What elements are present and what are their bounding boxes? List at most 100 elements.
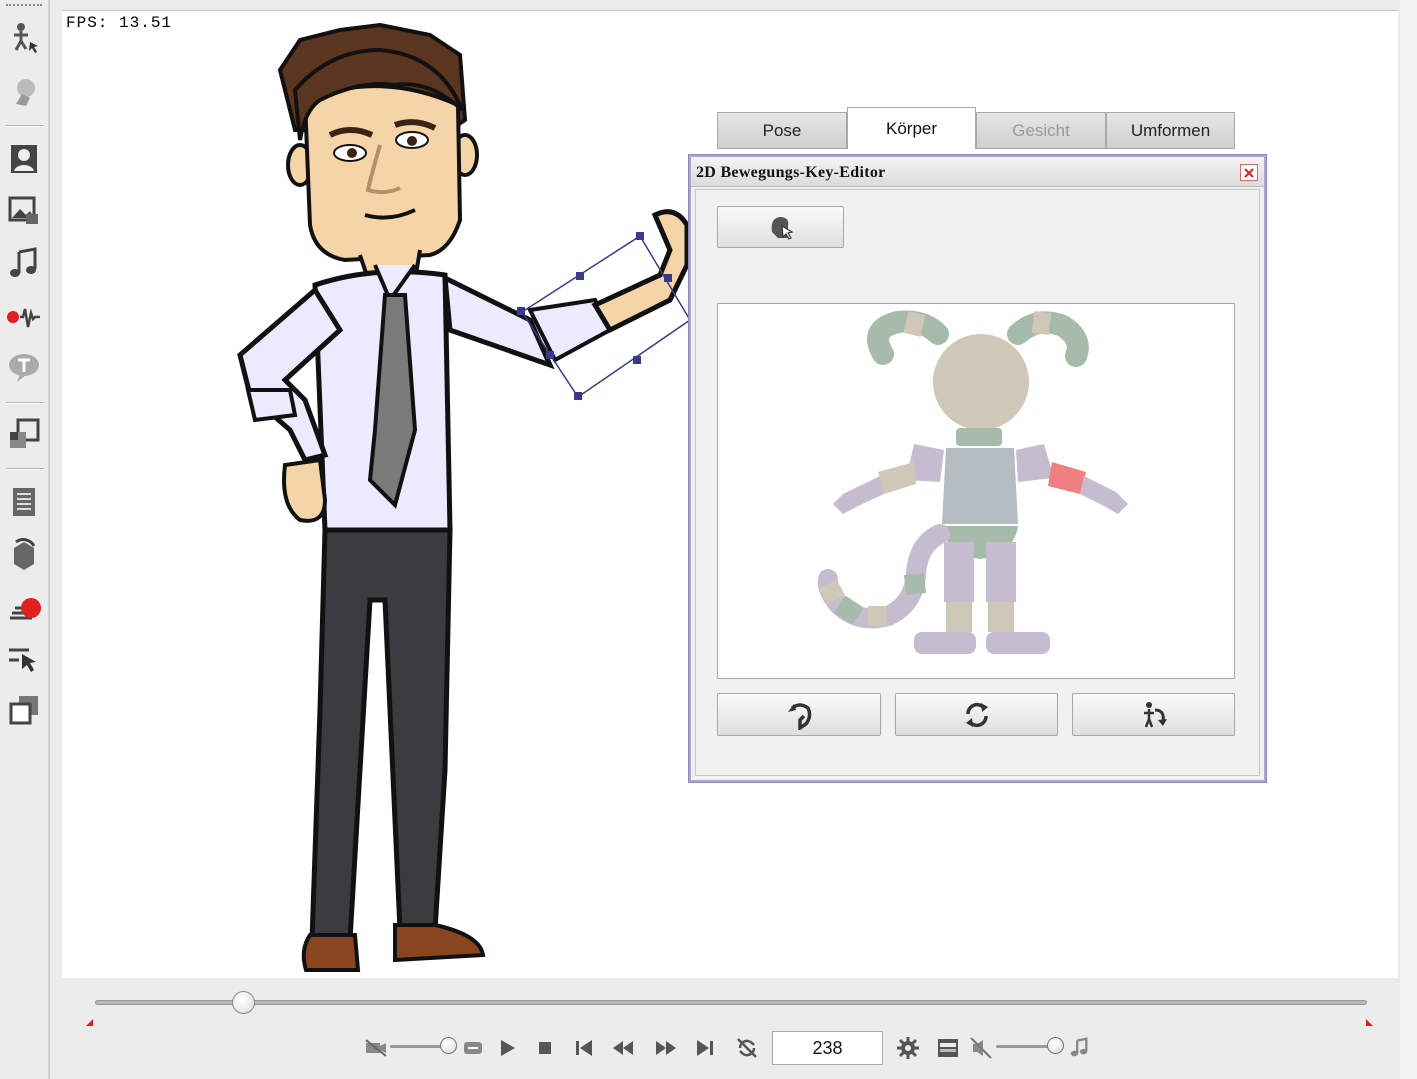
timeline-view-icon (938, 1039, 958, 1057)
body-part-neck[interactable] (956, 428, 1002, 446)
figure-cursor-icon (14, 23, 38, 53)
timeline-track[interactable] (95, 1000, 1367, 1005)
play-button[interactable] (494, 1035, 520, 1061)
text-balloon-icon (9, 354, 39, 382)
editor-title-bar[interactable]: 2D Bewegungs-Key-Editor (691, 157, 1264, 187)
text-balloon-button[interactable] (3, 346, 45, 390)
reset-pose-button[interactable] (1072, 693, 1235, 736)
body-part-foot-right[interactable] (986, 632, 1050, 654)
skip-start-icon (576, 1040, 592, 1056)
body-part-shin-left[interactable] (946, 602, 972, 632)
editor-title: 2D Bewegungs-Key-Editor (696, 164, 886, 181)
body-part-thigh-left[interactable] (944, 542, 974, 602)
stop-icon (539, 1042, 551, 1054)
goto-end-button[interactable] (692, 1035, 718, 1061)
select-cursor-icon (9, 648, 36, 672)
camera-zoom-icon (364, 1035, 388, 1061)
refresh-icon (965, 702, 988, 727)
actor-icon (11, 145, 37, 173)
body-part-hand-right[interactable] (1080, 476, 1128, 514)
motion-pilot-button[interactable] (3, 16, 45, 60)
stop-button[interactable] (532, 1035, 558, 1061)
right-panel-edge (1400, 0, 1417, 1079)
skip-end-icon (697, 1040, 713, 1056)
music-note-icon (10, 247, 37, 277)
subtitle-icon (461, 1035, 485, 1061)
rewind-button[interactable] (610, 1035, 636, 1061)
toolbar-separator (6, 402, 44, 404)
toolbar-grip[interactable] (6, 4, 42, 8)
body-parts-panel (717, 303, 1235, 679)
range-end-marker[interactable] (1366, 1019, 1373, 1026)
body-part-tail-seg4[interactable] (834, 595, 864, 625)
range-start-marker[interactable] (86, 1019, 93, 1026)
body-part-ear-right-mid[interactable] (1031, 311, 1052, 335)
tab-koerper[interactable]: Körper (847, 107, 976, 149)
puppet-pick-button[interactable] (717, 206, 844, 248)
body-part-head[interactable] (933, 334, 1029, 430)
goto-start-button[interactable] (571, 1035, 597, 1061)
body-part-ear-left-mid[interactable] (903, 311, 926, 337)
forward-button[interactable] (653, 1035, 679, 1061)
volume-thumb[interactable] (1047, 1037, 1064, 1054)
body-part-upperarm-left[interactable] (878, 462, 916, 494)
settings-button[interactable] (894, 1035, 922, 1061)
tab-pose[interactable]: Pose (717, 112, 847, 149)
gear-icon (897, 1037, 919, 1059)
character-figure[interactable] (200, 10, 720, 980)
sound-mute-icon (969, 1035, 993, 1061)
music-volume-icon (1068, 1035, 1090, 1061)
script-icon (13, 488, 35, 516)
scene-button[interactable] (3, 188, 45, 232)
body-part-hand-left[interactable] (833, 476, 884, 514)
timeline-view-button[interactable] (934, 1035, 962, 1061)
body-map (817, 310, 1128, 654)
puppet-button[interactable] (3, 70, 45, 114)
timeline-playhead[interactable] (231, 991, 255, 1014)
scene-icon (8, 196, 38, 224)
play-icon (501, 1040, 515, 1056)
rewind-icon (613, 1041, 633, 1055)
body-part-foot-left[interactable] (914, 632, 976, 654)
audio-wave-icon (7, 308, 40, 328)
select-button[interactable] (3, 636, 45, 680)
timeline-bar (62, 980, 1398, 1079)
tab-umformen[interactable]: Umformen (1106, 112, 1235, 149)
body-part-tail-seg2[interactable] (904, 573, 926, 595)
replace-icon (14, 538, 36, 570)
rotate-back-icon (788, 702, 812, 730)
script-button[interactable] (3, 480, 45, 524)
body-part-tail-seg5[interactable] (819, 579, 845, 605)
music-button[interactable] (3, 240, 45, 284)
fps-counter: FPS: 13.51 (66, 14, 173, 32)
record-button[interactable] (3, 584, 45, 628)
prop-icon (10, 418, 40, 448)
puppet-icon (16, 79, 35, 106)
fast-forward-icon (656, 1041, 676, 1055)
app-window: FPS: 13.51 2D Bewegungs-Key-Editor Pose … (0, 0, 1417, 1079)
layers-icon (9, 696, 38, 725)
left-toolbar (0, 0, 50, 1079)
body-part-upperarm-right-selected[interactable] (1048, 462, 1086, 494)
tab-gesicht: Gesicht (976, 112, 1106, 149)
close-icon (1244, 167, 1254, 178)
loop-toggle-button[interactable] (733, 1035, 761, 1061)
body-part-shoulder-right[interactable] (1016, 444, 1054, 482)
loop-off-icon (737, 1038, 757, 1058)
layers-button[interactable] (3, 688, 45, 732)
head-cursor-icon (771, 217, 794, 240)
replace-button[interactable] (3, 532, 45, 576)
body-part-shin-right[interactable] (988, 602, 1014, 632)
body-part-chest[interactable] (942, 448, 1018, 524)
undo-key-button[interactable] (717, 693, 881, 736)
camera-speed-thumb[interactable] (440, 1037, 457, 1054)
close-button[interactable] (1240, 164, 1258, 181)
actor-button[interactable] (3, 136, 45, 180)
body-part-thigh-right[interactable] (986, 542, 1016, 602)
prop-button[interactable] (3, 412, 45, 456)
voice-record-button[interactable] (3, 294, 45, 338)
frame-number-input[interactable] (772, 1031, 883, 1065)
figure-reset-icon (1143, 701, 1167, 727)
record-icon (10, 598, 41, 620)
loop-key-button[interactable] (895, 693, 1058, 736)
